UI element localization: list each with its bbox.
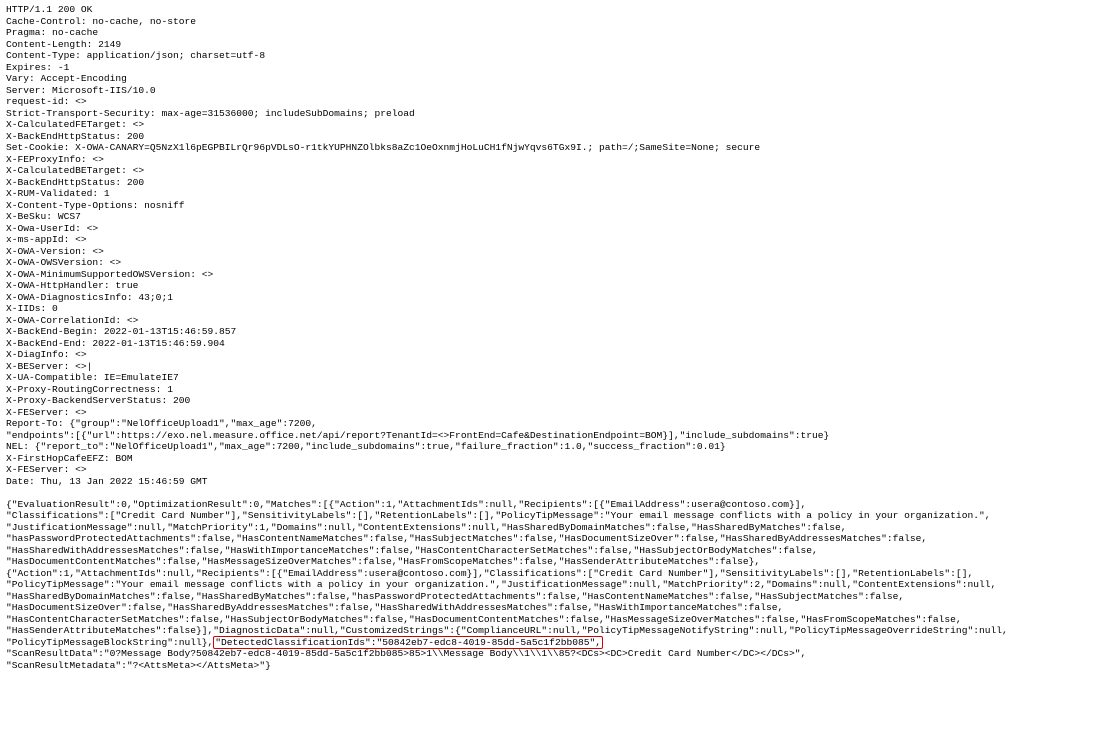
hdr-content-type-opts: X-Content-Type-Options: nosniff	[6, 200, 184, 211]
hdr-owa-userid: X-Owa-UserId: <>	[6, 223, 98, 234]
hdr-feserver-2: X-FEServer: <>	[6, 464, 87, 475]
hdr-feserver-1: X-FEServer: <>	[6, 407, 87, 418]
hdr-strict-transport: Strict-Transport-Security: max-age=31536…	[6, 108, 415, 119]
hdr-calc-be-target: X-CalculatedBETarget: <>	[6, 165, 144, 176]
hdr-owa-owsversion: X-OWA-OWSVersion: <>	[6, 257, 121, 268]
hdr-date: Date: Thu, 13 Jan 2022 15:46:59 GMT	[6, 476, 208, 487]
hdr-request-id: request-id: <>	[6, 96, 87, 107]
hdr-vary: Vary: Accept-Encoding	[6, 73, 127, 84]
http-response-text: HTTP/1.1 200 OK Cache-Control: no-cache,…	[0, 0, 1100, 675]
hdr-backend-status-1: X-BackEndHttpStatus: 200	[6, 131, 144, 142]
hdr-owa-min-supported: X-OWA-MinimumSupportedOWSVersion: <>	[6, 269, 213, 280]
json-body-part1: {"EvaluationResult":0,"OptimizationResul…	[6, 499, 1008, 648]
hdr-beserver: X-BEServer: <>|	[6, 361, 92, 372]
hdr-rum: X-RUM-Validated: 1	[6, 188, 110, 199]
hdr-diaginfo: X-DiagInfo: <>	[6, 349, 87, 360]
hdr-proxy-routing: X-Proxy-RoutingCorrectness: 1	[6, 384, 173, 395]
hdr-backend-end: X-BackEnd-End: 2022-01-13T15:46:59.904	[6, 338, 225, 349]
json-body-part2: "ScanResultData":"0?Message Body?50842eb…	[6, 648, 806, 671]
hdr-firsthop: X-FirstHopCafeEFZ: BOM	[6, 453, 133, 464]
hdr-owa-version: X-OWA-Version: <>	[6, 246, 104, 257]
hdr-backend-status-2: X-BackEndHttpStatus: 200	[6, 177, 144, 188]
hdr-ua-compatible: X-UA-Compatible: IE=EmulateIE7	[6, 372, 179, 383]
hdr-nel: NEL: {"report_to":"NelOfficeUpload1","ma…	[6, 441, 726, 452]
hdr-server: Server: Microsoft-IIS/10.0	[6, 85, 156, 96]
hdr-content-type: Content-Type: application/json; charset=…	[6, 50, 265, 61]
hdr-report-to-2: "endpoints":[{"url":https://exo.nel.meas…	[6, 430, 829, 441]
hdr-owa-httphandler: X-OWA-HttpHandler: true	[6, 280, 138, 291]
hdr-proxy-backend: X-Proxy-BackendServerStatus: 200	[6, 395, 190, 406]
hdr-owa-diag: X-OWA-DiagnosticsInfo: 43;0;1	[6, 292, 173, 303]
hdr-calc-fe-target: X-CalculatedFETarget: <>	[6, 119, 144, 130]
hdr-report-to-1: Report-To: {"group":"NelOfficeUpload1","…	[6, 418, 317, 429]
hdr-backend-begin: X-BackEnd-Begin: 2022-01-13T15:46:59.857	[6, 326, 236, 337]
hdr-owa-correlation: X-OWA-CorrelationId: <>	[6, 315, 138, 326]
hdr-pragma: Pragma: no-cache	[6, 27, 98, 38]
detected-classification-highlight: "DetectedClassificationIds":"50842eb7-ed…	[213, 636, 603, 649]
hdr-content-length: Content-Length: 2149	[6, 39, 121, 50]
hdr-iids: X-IIDs: 0	[6, 303, 58, 314]
status-line: HTTP/1.1 200 OK	[6, 4, 92, 15]
hdr-besku: X-BeSku: WCS7	[6, 211, 81, 222]
hdr-ms-appid: x-ms-appId: <>	[6, 234, 87, 245]
hdr-expires: Expires: -1	[6, 62, 69, 73]
hdr-set-cookie: Set-Cookie: X-OWA-CANARY=Q5NzX1l6pEGPBIL…	[6, 142, 760, 153]
hdr-fe-proxy: X-FEProxyInfo: <>	[6, 154, 104, 165]
hdr-cache-control: Cache-Control: no-cache, no-store	[6, 16, 196, 27]
